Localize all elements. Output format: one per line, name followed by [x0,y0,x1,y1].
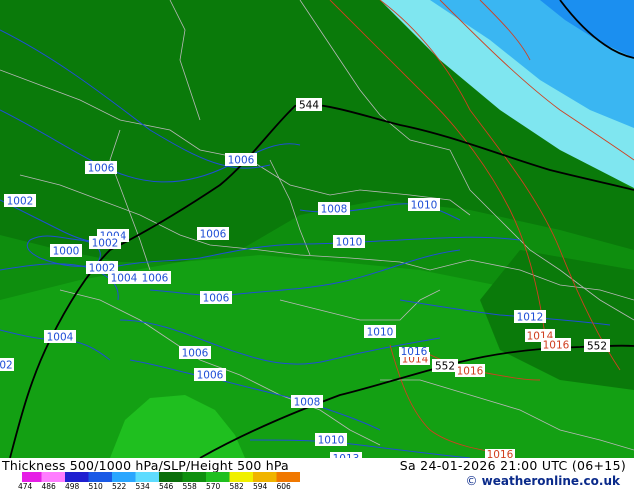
svg-text:02: 02 [0,360,13,372]
scale-swatch [112,472,136,482]
isobar-label: 1012 [514,310,546,324]
scale-swatch [276,472,300,482]
isobar-label-warm: 1016 [541,338,571,352]
valid-time: Sa 24-01-2026 21:00 UTC (06+15) [399,458,626,473]
scale-swatch [22,472,42,482]
svg-text:1012: 1012 [517,312,544,324]
svg-text:1010: 1010 [318,435,345,447]
svg-text:1006: 1006 [203,293,230,305]
credit-text: weatheronline.co.uk [481,474,620,488]
svg-text:1010: 1010 [411,200,438,212]
thickness-label: 552 [432,359,458,373]
thickness-label: 544 [296,98,322,112]
scale-swatch [41,472,65,482]
svg-text:544: 544 [299,100,319,112]
isobar-label: 1008 [318,202,350,216]
weather-map: 1006 1006 1002 1004 1000 1002 1002 1004 … [0,0,634,458]
isobar-label: 1000 [50,244,82,258]
svg-text:1010: 1010 [336,237,363,249]
isobar-label: 1010 [333,235,365,249]
svg-text:1016: 1016 [401,346,428,358]
svg-text:1006: 1006 [228,155,255,167]
scale-swatch [88,472,112,482]
scale-swatch [206,472,230,482]
scale-swatch [229,472,253,482]
svg-text:1006: 1006 [197,370,224,382]
svg-text:1016: 1016 [487,449,514,458]
isobar-label: 1006 [194,368,226,382]
svg-text:1002: 1002 [92,238,119,250]
svg-text:1002: 1002 [7,196,34,208]
isobar-label: 1002 [4,194,36,208]
svg-text:1004: 1004 [111,273,138,285]
svg-text:552: 552 [587,341,607,353]
svg-text:1008: 1008 [294,397,321,409]
svg-text:1004: 1004 [47,332,74,344]
isobar-label: 1006 [197,227,229,241]
color-scale [22,472,300,482]
svg-text:1016: 1016 [457,366,484,378]
svg-text:1006: 1006 [200,229,227,241]
isobar-label: 1006 [179,346,211,360]
map-title: Thickness 500/1000 hPa/SLP/Height 500 hP… [2,458,289,473]
svg-text:1010: 1010 [367,327,394,339]
svg-text:1006: 1006 [182,348,209,360]
isobar-label: 1006 [200,291,232,305]
isobar-label: 1008 [291,395,323,409]
isobar-label: 1004 [108,271,140,285]
svg-text:1008: 1008 [321,204,348,216]
isobar-label-warm: 1016 [485,449,515,458]
scale-swatch [135,472,159,482]
svg-text:552: 552 [435,361,455,373]
scale-swatch [182,472,206,482]
isobar-label: 1010 [364,325,396,339]
credit[interactable]: © weatheronline.co.uk [465,474,620,488]
isobar-label: 1004 [44,330,76,344]
color-scale-labels: 474 486 498 510 522 534 546 558 570 582 594 606 [18,482,328,491]
isobar-label: 1002 [89,236,121,250]
footer-bar: Thickness 500/1000 hPa/SLP/Height 500 hP… [0,458,634,491]
isobar-label: 1010 [408,198,440,212]
copyright-symbol: © [465,474,478,488]
isobar-label: 1006 [85,161,117,175]
thickness-label: 552 [584,339,610,353]
svg-text:1006: 1006 [88,163,115,175]
scale-swatch [65,472,89,482]
svg-text:1016: 1016 [543,340,570,352]
isobar-label: 1010 [315,433,347,447]
isobar-label: 1006 [225,153,257,167]
svg-text:1000: 1000 [53,246,80,258]
scale-swatch [159,472,183,482]
isobar-label-warm: 1016 [455,364,485,378]
svg-text:1006: 1006 [142,273,169,285]
isobar-label: 02 [0,358,14,372]
isobar-label: 1006 [139,271,171,285]
isobar-label-warm: 1016 [399,346,429,358]
scale-swatch [253,472,277,482]
